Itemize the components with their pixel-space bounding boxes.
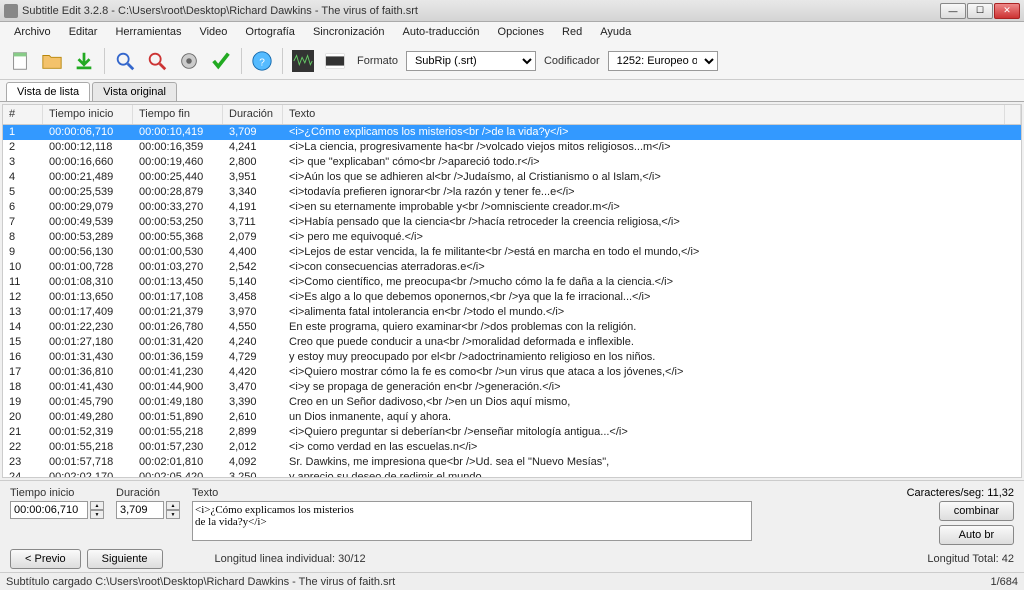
combine-button[interactable]: combinar — [939, 501, 1014, 521]
dur-input[interactable] — [116, 501, 164, 519]
start-stepper[interactable]: ▲▼ — [90, 501, 104, 519]
table-row[interactable]: 1100:01:08,31000:01:13,4505,140<i>Como c… — [3, 275, 1021, 290]
table-row[interactable]: 2200:01:55,21800:01:57,2302,012<i> como … — [3, 440, 1021, 455]
menu-sync[interactable]: Sincronización — [305, 24, 393, 40]
spellcheck-icon[interactable] — [207, 47, 235, 75]
replace-icon[interactable] — [143, 47, 171, 75]
svg-text:?: ? — [259, 57, 265, 68]
col-start[interactable]: Tiempo inicio — [43, 105, 133, 124]
window-title: Subtitle Edit 3.2.8 - C:\Users\root\Desk… — [22, 5, 940, 17]
subtitle-list: # Tiempo inicio Tiempo fin Duración Text… — [2, 104, 1022, 478]
save-icon[interactable] — [70, 47, 98, 75]
menu-spell[interactable]: Ortografía — [237, 24, 303, 40]
find-icon[interactable] — [111, 47, 139, 75]
format-select[interactable]: SubRip (.srt) — [406, 51, 536, 71]
table-row[interactable]: 1500:01:27,18000:01:31,4204,240Creo que … — [3, 335, 1021, 350]
waveform-icon[interactable] — [289, 47, 317, 75]
minimize-button[interactable]: — — [940, 3, 966, 19]
table-row[interactable]: 2300:01:57,71800:02:01,8104,092Sr. Dawki… — [3, 455, 1021, 470]
table-row[interactable]: 2100:01:52,31900:01:55,2182,899<i>Quiero… — [3, 425, 1021, 440]
menubar: Archivo Editar Herramientas Video Ortogr… — [0, 22, 1024, 42]
start-label: Tiempo inicio — [10, 487, 104, 499]
total-len-label: Longitud Total: 42 — [927, 553, 1014, 565]
statusbar: Subtítulo cargado C:\Users\root\Desktop\… — [0, 572, 1024, 590]
prev-button[interactable]: < Previo — [10, 549, 81, 569]
status-text: Subtítulo cargado C:\Users\root\Desktop\… — [6, 576, 395, 588]
tab-row: Vista de lista Vista original — [0, 80, 1024, 102]
cps-label: Caracteres/seg: 11,32 — [907, 487, 1014, 499]
table-row[interactable]: 700:00:49,53900:00:53,2503,711<i>Había p… — [3, 215, 1021, 230]
col-text[interactable]: Texto — [283, 105, 1005, 124]
menu-tools[interactable]: Herramientas — [107, 24, 189, 40]
table-row[interactable]: 2400:02:02,17000:02:05,4203,250y aprecio… — [3, 470, 1021, 477]
status-count: 1/684 — [990, 576, 1018, 588]
line-len-label: Longitud linea individual: 30/12 — [215, 553, 366, 565]
text-input[interactable]: <i>¿Cómo explicamos los misterios de la … — [192, 501, 752, 541]
next-button[interactable]: Siguiente — [87, 549, 163, 569]
text-label: Texto — [192, 487, 218, 499]
table-row[interactable]: 1300:01:17,40900:01:21,3793,970<i>alimen… — [3, 305, 1021, 320]
table-row[interactable]: 2000:01:49,28000:01:51,8902,610un Dios i… — [3, 410, 1021, 425]
col-num[interactable]: # — [3, 105, 43, 124]
close-button[interactable]: ✕ — [994, 3, 1020, 19]
start-input[interactable] — [10, 501, 88, 519]
video-icon[interactable] — [321, 47, 349, 75]
table-row[interactable]: 900:00:56,13000:01:00,5304,400<i>Lejos d… — [3, 245, 1021, 260]
menu-help[interactable]: Ayuda — [592, 24, 639, 40]
table-row[interactable]: 600:00:29,07900:00:33,2704,191<i>en su e… — [3, 200, 1021, 215]
table-row[interactable]: 800:00:53,28900:00:55,3682,079<i> pero m… — [3, 230, 1021, 245]
autobr-button[interactable]: Auto br — [939, 525, 1014, 545]
list-body[interactable]: 100:00:06,71000:00:10,4193,709<i>¿Cómo e… — [3, 125, 1021, 477]
settings-icon[interactable] — [175, 47, 203, 75]
table-row[interactable]: 100:00:06,71000:00:10,4193,709<i>¿Cómo e… — [3, 125, 1021, 140]
format-label: Formato — [357, 55, 398, 67]
table-row[interactable]: 400:00:21,48900:00:25,4403,951<i>Aún los… — [3, 170, 1021, 185]
menu-autotrans[interactable]: Auto-traducción — [394, 24, 487, 40]
tab-listview[interactable]: Vista de lista — [6, 82, 90, 101]
help-icon[interactable]: ? — [248, 47, 276, 75]
tab-sourceview[interactable]: Vista original — [92, 82, 177, 101]
table-row[interactable]: 500:00:25,53900:00:28,8793,340<i>todavía… — [3, 185, 1021, 200]
table-row[interactable]: 1800:01:41,43000:01:44,9003,470<i>y se p… — [3, 380, 1021, 395]
maximize-button[interactable]: ☐ — [967, 3, 993, 19]
table-row[interactable]: 1400:01:22,23000:01:26,7804,550En este p… — [3, 320, 1021, 335]
table-row[interactable]: 1600:01:31,43000:01:36,1594,729y estoy m… — [3, 350, 1021, 365]
dur-label: Duración — [116, 487, 180, 499]
table-row[interactable]: 1700:01:36,81000:01:41,2304,420<i>Quiero… — [3, 365, 1021, 380]
col-end[interactable]: Tiempo fin — [133, 105, 223, 124]
menu-edit[interactable]: Editar — [61, 24, 106, 40]
table-row[interactable]: 1200:01:13,65000:01:17,1083,458<i>Es alg… — [3, 290, 1021, 305]
encoder-label: Codificador — [544, 55, 600, 67]
menu-video[interactable]: Video — [191, 24, 235, 40]
menu-net[interactable]: Red — [554, 24, 590, 40]
table-row[interactable]: 1900:01:45,79000:01:49,1803,390Creo en u… — [3, 395, 1021, 410]
encoder-select[interactable]: 1252: Europeo occi — [608, 51, 718, 71]
dur-stepper[interactable]: ▲▼ — [166, 501, 180, 519]
open-file-icon[interactable] — [38, 47, 66, 75]
app-icon — [4, 4, 18, 18]
menu-options[interactable]: Opciones — [490, 24, 552, 40]
editor-panel: Tiempo inicio ▲▼ Duración ▲▼ Texto Carac… — [0, 480, 1024, 572]
titlebar: Subtitle Edit 3.2.8 - C:\Users\root\Desk… — [0, 0, 1024, 22]
table-row[interactable]: 200:00:12,11800:00:16,3594,241<i>La cien… — [3, 140, 1021, 155]
list-header: # Tiempo inicio Tiempo fin Duración Text… — [3, 105, 1021, 125]
table-row[interactable]: 1000:01:00,72800:01:03,2702,542<i>con co… — [3, 260, 1021, 275]
toolbar: ? Formato SubRip (.srt) Codificador 1252… — [0, 42, 1024, 80]
new-file-icon[interactable] — [6, 47, 34, 75]
table-row[interactable]: 300:00:16,66000:00:19,4602,800<i> que "e… — [3, 155, 1021, 170]
col-dur[interactable]: Duración — [223, 105, 283, 124]
menu-file[interactable]: Archivo — [6, 24, 59, 40]
